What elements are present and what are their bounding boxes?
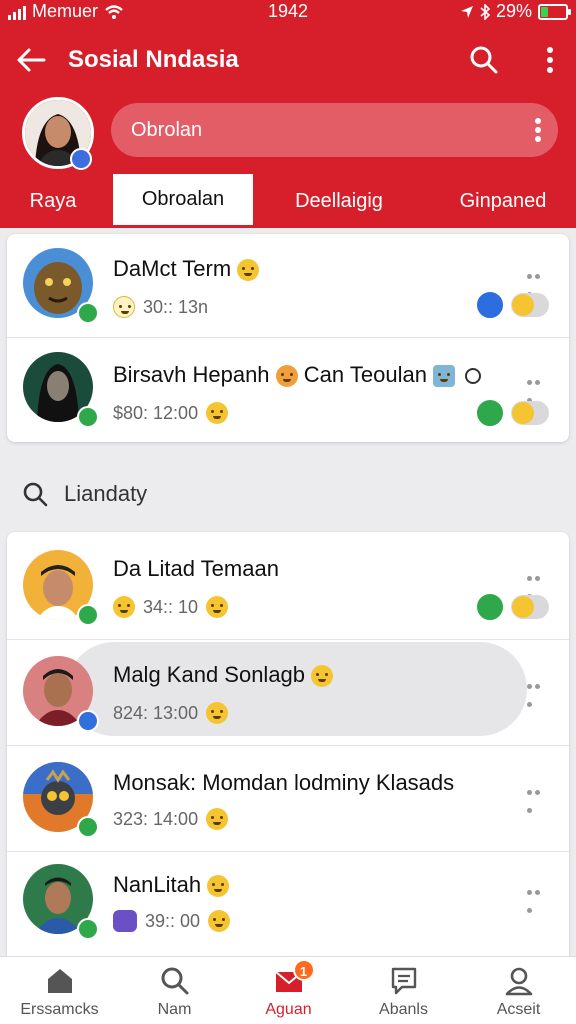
more-vertical-icon[interactable] xyxy=(542,44,558,76)
contact-name: Birsavh Hepanh Can Teoulan xyxy=(113,362,482,388)
chat-row[interactable]: NanLitah 39:: 00 xyxy=(7,852,569,956)
mail-icon: 1 xyxy=(273,959,315,997)
minus-circle-icon xyxy=(465,368,482,385)
nav-label: Abanls xyxy=(379,1001,428,1018)
mini-avatar xyxy=(475,398,505,428)
chat-row-selected[interactable]: Malg Kand Sonlagb 824: 13:00 xyxy=(7,640,569,746)
verified-check-icon xyxy=(77,816,99,838)
timestamp: 30:: 13n xyxy=(143,296,209,317)
nav-item-home[interactable]: Erssamcks xyxy=(2,965,117,1019)
verified-check-icon xyxy=(77,604,99,626)
chat-pill-label: Obrolan xyxy=(131,119,203,141)
chat-group-list: Da Litad Temaan 34:: 10 Malg Kand Sonlag… xyxy=(7,532,569,956)
chat-row[interactable]: Birsavh Hepanh Can Teoulan $80: 12:00 xyxy=(7,338,569,442)
chat-row[interactable]: DaMct Term 30:: 13n xyxy=(7,234,569,338)
surprised-emoji-icon xyxy=(237,259,260,282)
nav-label: Acseit xyxy=(496,1001,541,1018)
nav-label: Aguan xyxy=(265,1001,312,1018)
row-more-icon[interactable] xyxy=(527,676,549,707)
chat-row[interactable]: Da Litad Temaan 34:: 10 xyxy=(7,532,569,640)
surprised-emoji-icon xyxy=(206,596,229,618)
tab-obroalan[interactable]: Obroalan xyxy=(113,174,253,228)
crown-icon xyxy=(113,910,137,932)
grin-emoji-icon xyxy=(206,808,229,830)
mute-toggle[interactable] xyxy=(511,293,549,317)
contact-name: NanLitah xyxy=(113,872,230,898)
battery-icon xyxy=(538,3,571,20)
chat-group-pinned: DaMct Term 30:: 13n Birsavh Hepanh Can T… xyxy=(7,234,569,442)
row-more-icon[interactable] xyxy=(527,568,549,599)
contact-name: Monsak: Momdan lodminy Klasads xyxy=(113,770,455,795)
grin-emoji-icon xyxy=(311,665,334,688)
notification-badge: 1 xyxy=(292,959,315,981)
profile-icon xyxy=(505,967,532,996)
lion-emoji-icon xyxy=(275,365,298,388)
tab-deellaigig[interactable]: Deellaigig xyxy=(280,174,398,228)
verified-check-icon xyxy=(77,406,99,428)
message-meta: 34:: 10 xyxy=(113,596,229,618)
location-icon xyxy=(460,5,473,18)
mini-avatar xyxy=(475,290,505,320)
section-search[interactable]: Liandaty xyxy=(22,474,147,514)
nav-item-mail[interactable]: 1 Aguan xyxy=(231,959,346,1019)
search-icon xyxy=(23,482,48,507)
back-arrow-icon[interactable] xyxy=(14,44,48,76)
search-icon[interactable] xyxy=(468,44,500,76)
tab-ginpaned[interactable]: Ginpaned xyxy=(444,174,562,228)
row-more-icon[interactable] xyxy=(527,372,549,403)
timestamp: $80: 12:00 xyxy=(113,402,199,423)
section-search-label: Liandaty xyxy=(64,481,148,506)
robot-emoji-icon xyxy=(433,365,456,388)
thinking-emoji-icon xyxy=(207,875,230,898)
app-title: Sosial Nndasia xyxy=(68,46,239,73)
contact-name: DaMct Term xyxy=(113,256,260,282)
grin-emoji-icon xyxy=(208,910,231,932)
verified-check-icon xyxy=(77,710,99,732)
nav-item-search[interactable]: Nam xyxy=(117,965,232,1019)
row-more-icon[interactable] xyxy=(527,882,549,913)
tab-bar: Raya Obroalan Deellaigig Ginpaned xyxy=(0,174,576,228)
row-more-icon[interactable] xyxy=(527,266,549,297)
grin-emoji-icon xyxy=(113,596,135,618)
bluetooth-icon xyxy=(480,3,490,20)
message-meta: 39:: 00 xyxy=(113,910,231,932)
chat-filter-pill[interactable]: Obrolan xyxy=(111,103,558,157)
mini-avatar xyxy=(475,592,505,622)
timestamp: 39:: 00 xyxy=(145,910,201,931)
home-icon xyxy=(47,969,72,993)
nav-label: Nam xyxy=(157,1001,192,1018)
chat-row[interactable]: Monsak: Momdan lodminy Klasads 323: 14:0… xyxy=(7,746,569,852)
verified-check-icon xyxy=(77,302,99,324)
mute-toggle[interactable] xyxy=(511,401,549,425)
message-icon xyxy=(391,967,416,995)
verified-check-icon xyxy=(77,918,99,940)
message-meta: $80: 12:00 xyxy=(113,402,229,424)
row-more-icon[interactable] xyxy=(527,782,549,813)
battery-percent: 29% xyxy=(495,1,532,21)
message-meta: 323: 14:00 xyxy=(113,808,229,830)
timestamp: 323: 14:00 xyxy=(113,808,199,829)
app-header: Memuer 1942 29% Sosial Nndasia Obrolan R… xyxy=(0,0,576,228)
smile-emoji-icon xyxy=(113,296,135,318)
bottom-nav: Erssamcks Nam 1 Aguan Abanls Acseit xyxy=(0,956,576,1024)
music-badge-icon xyxy=(70,148,92,170)
grin-emoji-icon xyxy=(206,402,229,424)
timestamp: 824: 13:00 xyxy=(113,702,199,723)
message-meta: 824: 13:00 xyxy=(113,702,229,724)
search-icon xyxy=(161,967,188,995)
nav-item-messages[interactable]: Abanls xyxy=(346,965,461,1019)
nav-item-profile[interactable]: Acseit xyxy=(461,965,576,1019)
grin-emoji-icon xyxy=(206,702,229,724)
mute-toggle[interactable] xyxy=(511,595,549,619)
nav-label: Erssamcks xyxy=(20,1001,99,1018)
timestamp: 34:: 10 xyxy=(143,596,199,617)
contact-name: Malg Kand Sonlagb xyxy=(113,662,334,688)
status-bar: Memuer 1942 29% xyxy=(0,0,576,24)
more-vertical-icon[interactable] xyxy=(534,117,542,143)
contact-name: Da Litad Temaan xyxy=(113,556,279,581)
message-meta: 30:: 13n xyxy=(113,296,208,318)
tab-raya[interactable]: Raya xyxy=(0,174,106,228)
